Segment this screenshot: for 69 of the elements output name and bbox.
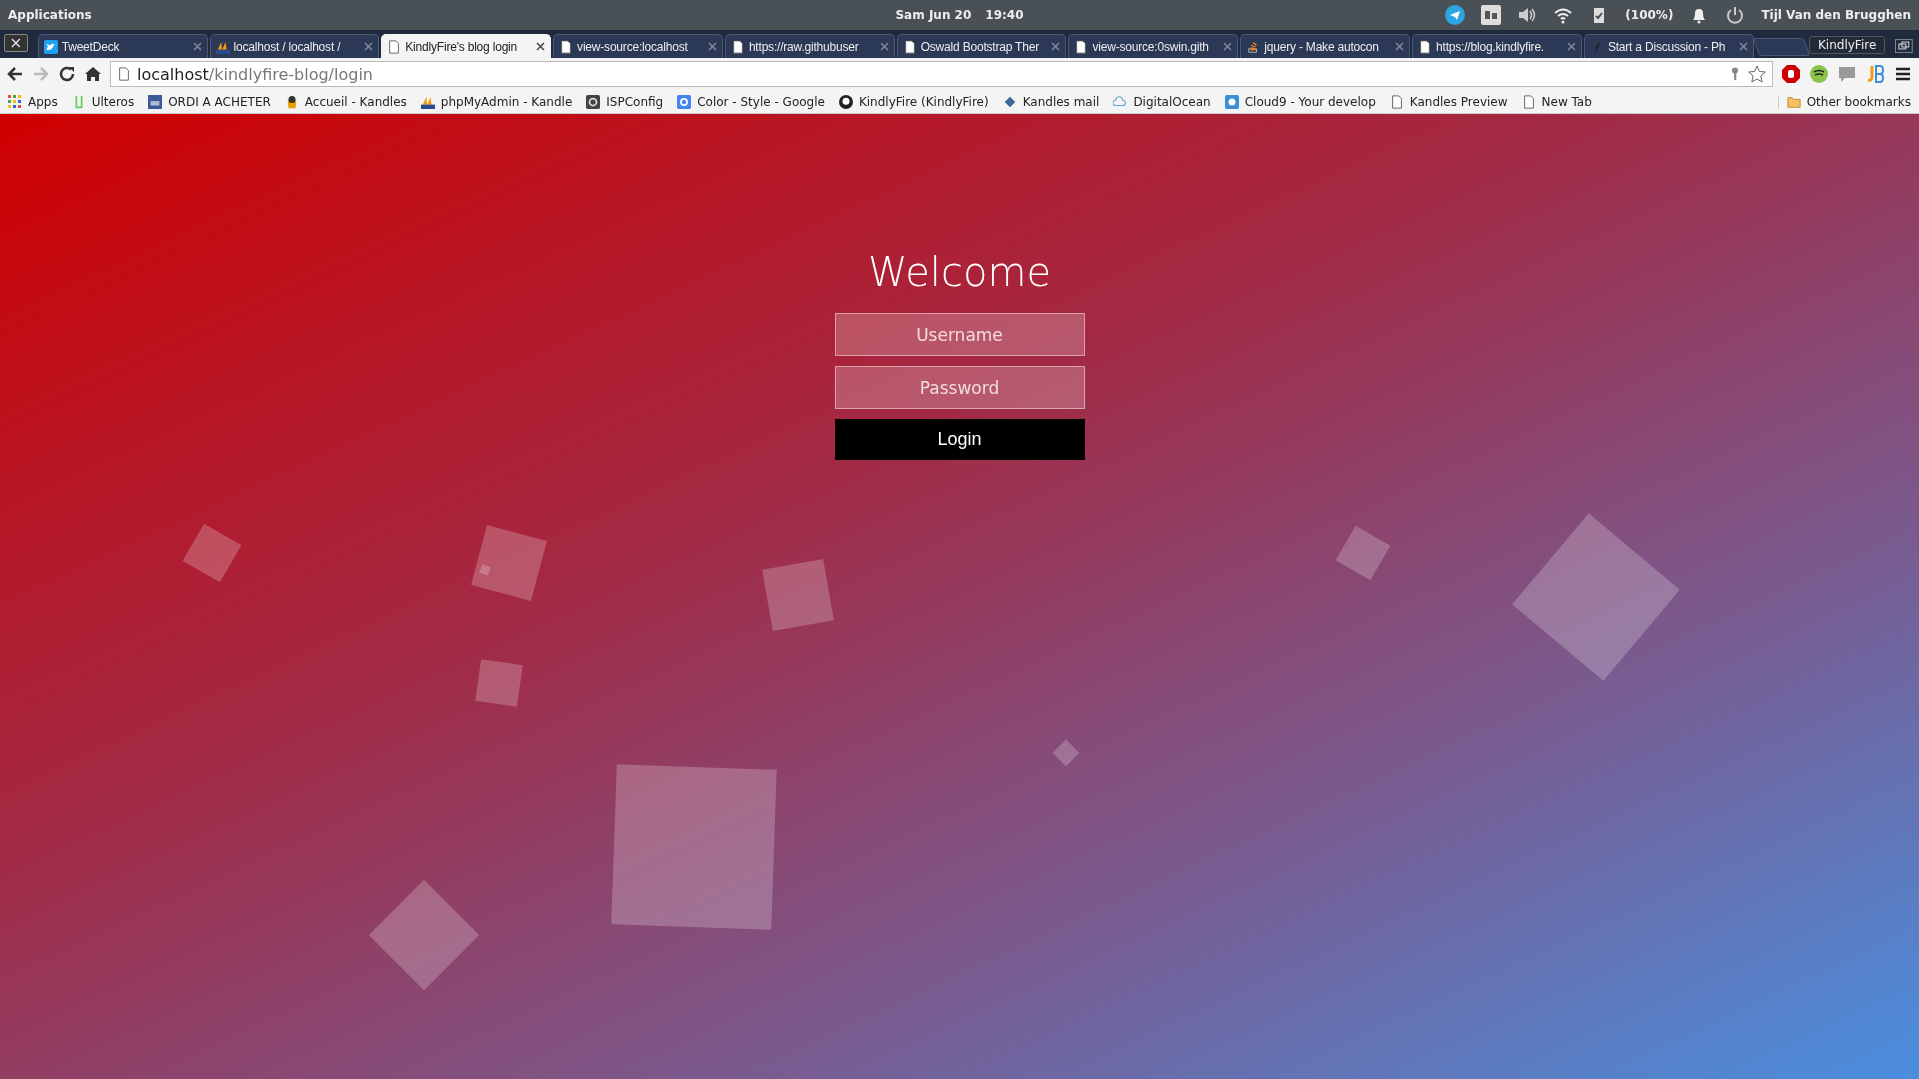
user-name[interactable]: Tijl Van den Brugghen <box>1761 8 1911 22</box>
page-icon <box>559 39 574 54</box>
browser-tab[interactable]: Oswald Bootstrap Ther <box>896 34 1067 58</box>
address-bar[interactable]: localhost/kindlyfire-blog/login <box>110 61 1773 87</box>
bookmark-link[interactable]: Accueil - Kandles <box>304 94 407 109</box>
page-icon <box>730 39 745 54</box>
power-icon[interactable] <box>1725 5 1746 25</box>
reload-icon[interactable] <box>58 65 76 83</box>
bookmark-link[interactable]: ISPConfig <box>606 94 664 109</box>
cloud-icon <box>1224 94 1239 109</box>
bookmark-link[interactable]: New Tab <box>1541 94 1592 109</box>
bookmark-link[interactable]: phpMyAdmin - Kandle <box>440 94 573 109</box>
cloud-icon <box>1113 94 1128 109</box>
browser-tab[interactable]: KindlyFire's blog login <box>381 34 552 58</box>
sail-icon <box>215 39 230 54</box>
page-icon <box>1389 94 1404 109</box>
bookmark-link[interactable]: DigitalOcean <box>1133 94 1211 109</box>
browser-tab[interactable]: view-source:0swin.gith <box>1068 34 1239 58</box>
close-icon[interactable] <box>4 34 28 52</box>
bookmark-link[interactable]: Color - Style - Google <box>697 94 825 109</box>
password-field[interactable]: Password <box>834 366 1085 409</box>
page-icon <box>902 39 917 54</box>
top-icon <box>148 94 163 109</box>
circle-icon[interactable] <box>1809 64 1829 84</box>
welcome-heading: Welcome <box>868 249 1051 295</box>
bookmark-link[interactable]: KindlyFire (KindlyFire) <box>858 94 989 109</box>
username-field[interactable]: Username <box>834 313 1085 356</box>
volume-icon[interactable] <box>1517 5 1538 25</box>
page-icon <box>1074 39 1089 54</box>
paper-plane-icon[interactable] <box>1445 5 1466 25</box>
star-icon[interactable] <box>1748 65 1766 83</box>
browser-tab[interactable]: Start a Discussion - Ph <box>1583 34 1754 58</box>
grid-icon <box>8 94 22 109</box>
jb-icon[interactable] <box>1865 64 1885 84</box>
date-label: Sam Jun 20 <box>895 8 972 22</box>
browser-tab[interactable]: view-source:localhost <box>553 34 723 58</box>
isp-icon <box>586 94 601 109</box>
page-icon <box>1418 39 1433 54</box>
page-icon <box>117 67 131 81</box>
bookmark-link[interactable]: Ulteros <box>91 94 135 109</box>
browser-tab[interactable]: TweetDeck <box>37 34 208 58</box>
restore-icon[interactable] <box>1895 39 1913 53</box>
diamond-icon <box>1002 94 1017 109</box>
g-icon <box>677 94 692 109</box>
back-arrow-icon[interactable] <box>6 65 24 83</box>
battery-label: (100%) <box>1625 8 1674 22</box>
login-button[interactable]: Login <box>834 419 1085 460</box>
stop-hand-icon[interactable] <box>1781 64 1801 84</box>
bookmark-link[interactable]: Kandles Preview <box>1409 94 1508 109</box>
browser-tab[interactable]: https://raw.githubuser <box>724 34 895 58</box>
bookmark-link[interactable]: Cloud9 - Your develop <box>1244 94 1376 109</box>
browser-tab[interactable]: https://blog.kindlyfire. <box>1412 34 1582 58</box>
applications-menu[interactable]: Applications <box>8 8 92 22</box>
sail-icon <box>420 94 435 109</box>
bird-icon <box>43 39 58 54</box>
bookmark-link[interactable]: Kandles mail <box>1022 94 1100 109</box>
page-icon <box>387 39 402 54</box>
bookmark-link[interactable]: Apps <box>28 94 58 109</box>
bookmark-link[interactable]: ORDI A ACHETER <box>168 94 271 109</box>
home-icon[interactable] <box>84 65 102 83</box>
url-text: localhost/kindlyfire-blog/login <box>137 64 373 84</box>
bookmark-folder[interactable]: Other bookmarks <box>1806 94 1911 109</box>
profile-button[interactable]: KindlyFire <box>1809 36 1886 54</box>
browser-tab[interactable]: localhost / localhost / <box>209 34 380 58</box>
browser-tab[interactable]: jquery - Make autocon <box>1240 34 1411 58</box>
page-icon <box>1521 94 1536 109</box>
time-label: 19:40 <box>985 8 1024 22</box>
speech-bubble-icon[interactable] <box>1837 64 1857 84</box>
close-icon[interactable] <box>536 42 546 51</box>
